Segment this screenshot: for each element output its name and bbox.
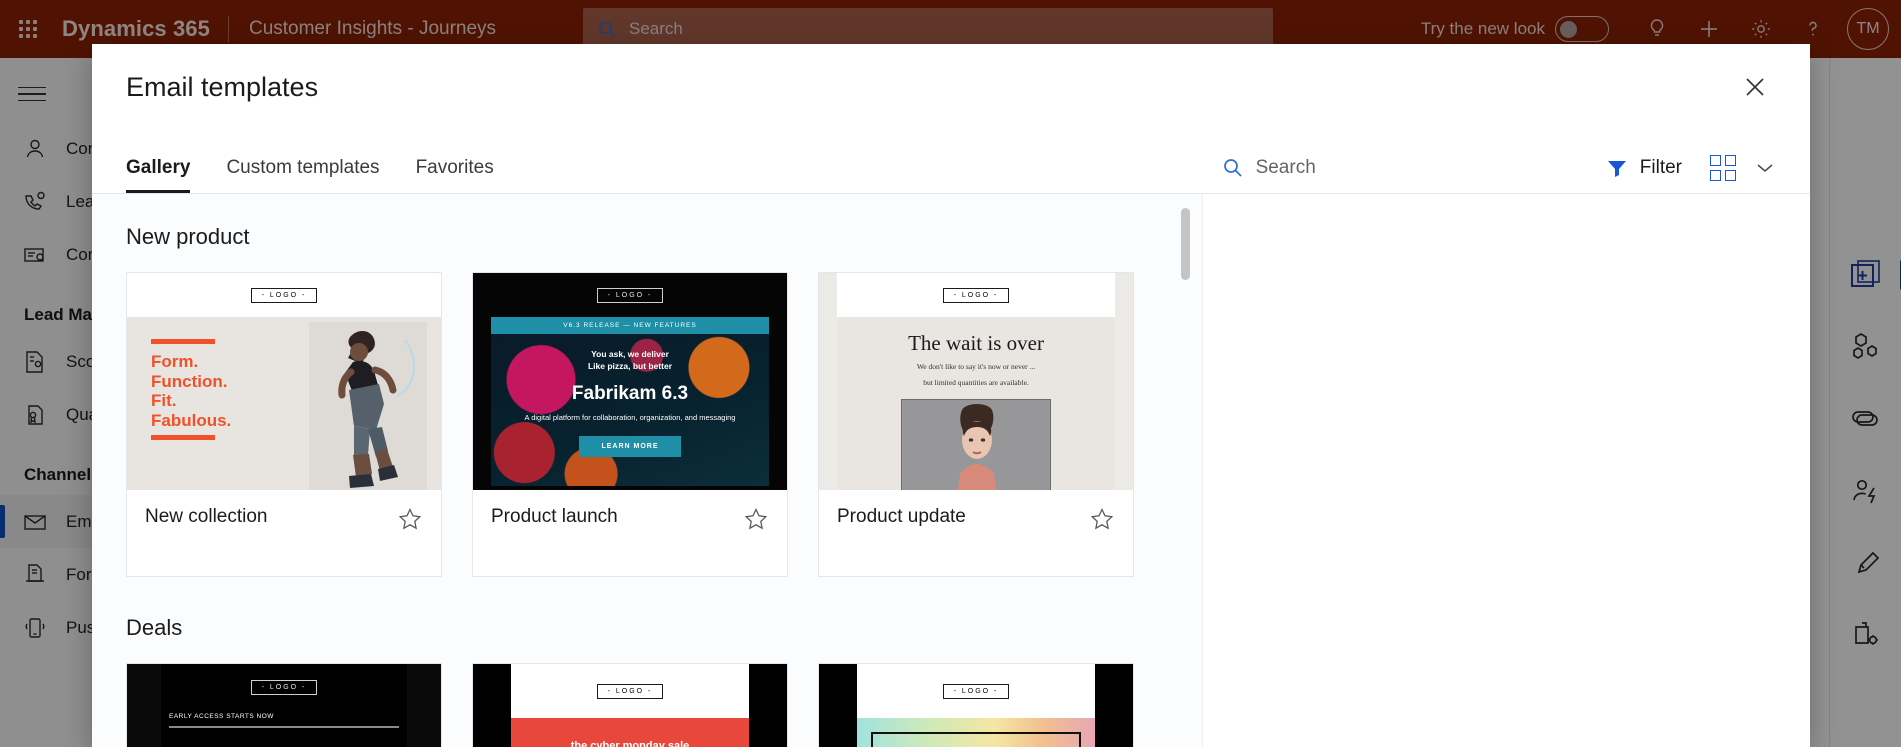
hero-headline: The wait is over <box>908 331 1044 355</box>
card-footer: New collection <box>127 490 441 576</box>
card-footer: Product update <box>819 490 1133 576</box>
grid-view-icon[interactable] <box>1710 155 1736 181</box>
thumb-inner: - LOGO - EARLY ACCESS STARTS NOW <box>161 664 407 747</box>
thumb-headline: Form. Function. Fit. Fabulous. <box>151 352 232 431</box>
scrollbar-thumb[interactable] <box>1181 208 1190 280</box>
card-row-new-product: - LOGO - Form.Function.Fit.Fabulous. <box>126 272 1202 577</box>
thumb-logo-band: - LOGO - <box>127 273 441 317</box>
thumb-logo-band: - LOGO - <box>473 273 787 317</box>
thumb-logo-band: - LOGO - <box>857 664 1095 718</box>
search-placeholder: Search <box>1255 157 1316 178</box>
hero-sub-1: We don't like to say it's now or never .… <box>916 362 1036 371</box>
dialog-toolbar: Gallery Custom templates Favorites Searc… <box>92 130 1810 194</box>
section-title-deals: Deals <box>126 615 183 640</box>
thumb-dark: - LOGO - the cyber monday sale <box>473 664 787 747</box>
template-card-gradient-deal[interactable]: - LOGO - <box>818 663 1134 747</box>
model-photo <box>901 398 1051 490</box>
logo-placeholder: - LOGO - <box>596 683 664 699</box>
hero-title: Fabrikam 6.3 <box>571 382 689 404</box>
search-icon <box>1223 159 1242 177</box>
hero-subtitle: A digital platform for collaboration, or… <box>524 412 736 422</box>
thumb-inner: V6.3 RELEASE — NEW FEATURES You ask, we … <box>491 317 769 486</box>
rule-bottom <box>151 434 215 440</box>
caption-rule <box>169 726 399 728</box>
tab-gallery[interactable]: Gallery <box>126 157 208 193</box>
template-thumbnail: - LOGO - <box>819 664 1133 747</box>
template-card-product-update[interactable]: - LOGO - The wait is over We don't like … <box>818 272 1134 577</box>
thumb-inner: - LOGO - The wait is over We don't like … <box>837 273 1115 490</box>
thumb-caption: the cyber monday sale <box>511 718 749 747</box>
view-switcher[interactable] <box>1710 155 1776 181</box>
star-outline-icon[interactable] <box>397 506 423 532</box>
template-preview-pane <box>1202 194 1810 747</box>
filter-button[interactable]: Filter <box>1606 157 1682 179</box>
filter-label: Filter <box>1639 157 1682 178</box>
dialog-header: Email templates <box>92 44 1810 130</box>
thumb-dark-wrap: - LOGO - V6.3 RELEASE — NEW FEATURES You… <box>473 273 787 490</box>
thumb-caption: EARLY ACCESS STARTS NOW <box>169 713 274 720</box>
thumb-hero: The wait is over We don't like to say it… <box>837 317 1115 490</box>
thumb-inner: - LOGO - the cyber monday sale <box>511 664 749 747</box>
hero-line-1: You ask, we deliver <box>591 349 669 359</box>
hero-sub-2: but limited quantities are available. <box>923 378 1029 388</box>
template-thumbnail: - LOGO - EARLY ACCESS STARTS NOW <box>127 664 441 747</box>
logo-placeholder: - LOGO - <box>250 287 318 303</box>
star-outline-icon[interactable] <box>1089 506 1115 532</box>
template-name: New collection <box>145 506 268 527</box>
thumb-dark: - LOGO - <box>819 664 1133 747</box>
section-title-new-product: New product <box>126 224 250 249</box>
template-card-early-access[interactable]: - LOGO - EARLY ACCESS STARTS NOW <box>126 663 442 747</box>
thumb-gradient <box>857 718 1095 747</box>
gallery-scrollbar[interactable] <box>1181 208 1190 733</box>
template-gallery: New product - LOGO - Form. Function. Fit. F <box>92 194 1202 747</box>
logo-placeholder: - LOGO - <box>250 680 318 695</box>
gallery-content: New product - LOGO - Form. Function. Fit. F <box>92 194 1202 747</box>
toolbar-right-group: Search Filter <box>1222 155 1776 193</box>
thumb-logo-band: - LOGO - <box>511 664 749 718</box>
thumb-logo-band: - LOGO - <box>161 664 407 695</box>
card-footer: Product launch <box>473 490 787 576</box>
page-title: Email templates <box>126 71 319 102</box>
thumb-logo-band: - LOGO - <box>837 273 1115 317</box>
template-thumbnail: - LOGO - Form. Function. Fit. Fabulous. <box>127 273 441 490</box>
email-templates-dialog: Email templates Gallery Custom templates… <box>92 44 1810 747</box>
dialog-body: New product - LOGO - Form. Function. Fit. F <box>92 194 1810 747</box>
template-name: Product update <box>837 506 966 527</box>
tab-favorites[interactable]: Favorites <box>398 157 512 193</box>
thumb-hero: You ask, we deliver Like pizza, but bett… <box>491 334 769 486</box>
search-input[interactable]: Search <box>1222 157 1316 179</box>
template-card-new-collection[interactable]: - LOGO - Form.Function.Fit.Fabulous. <box>126 272 442 577</box>
logo-placeholder: - LOGO - <box>942 287 1010 303</box>
tab-custom-templates[interactable]: Custom templates <box>208 157 397 193</box>
card-row-deals: - LOGO - EARLY ACCESS STARTS NOW - LOGO … <box>126 663 1202 747</box>
thumb-hero: Form. Function. Fit. Fabulous. <box>127 317 441 490</box>
release-band: V6.3 RELEASE — NEW FEATURES <box>491 317 769 334</box>
athlete-photo <box>309 322 427 490</box>
hero-line-2: Like pizza, but better <box>587 361 673 372</box>
hero-cta-button: LEARN MORE <box>579 435 681 457</box>
template-card-cyber-monday[interactable]: - LOGO - the cyber monday sale <box>472 663 788 747</box>
gradient-frame <box>871 732 1081 747</box>
template-thumbnail: - LOGO - The wait is over We don't like … <box>819 273 1133 490</box>
template-thumbnail: - LOGO - V6.3 RELEASE — NEW FEATURES You… <box>473 273 787 490</box>
filter-funnel-icon <box>1607 161 1626 177</box>
chevron-down-icon[interactable] <box>1754 161 1776 175</box>
template-name: Product launch <box>491 506 618 527</box>
thumb-dark: - LOGO - EARLY ACCESS STARTS NOW <box>127 664 441 747</box>
close-icon[interactable] <box>1734 66 1776 108</box>
template-thumbnail: - LOGO - the cyber monday sale <box>473 664 787 747</box>
star-outline-icon[interactable] <box>743 506 769 532</box>
rule-top <box>151 339 215 344</box>
tab-list: Gallery Custom templates Favorites <box>126 157 512 193</box>
template-card-product-launch[interactable]: - LOGO - V6.3 RELEASE — NEW FEATURES You… <box>472 272 788 577</box>
logo-placeholder: - LOGO - <box>942 683 1010 699</box>
thumb-inner: - LOGO - <box>857 664 1095 747</box>
logo-placeholder: - LOGO - <box>596 287 664 303</box>
thumb-hero-text: Form. Function. Fit. Fabulous. <box>127 317 231 490</box>
